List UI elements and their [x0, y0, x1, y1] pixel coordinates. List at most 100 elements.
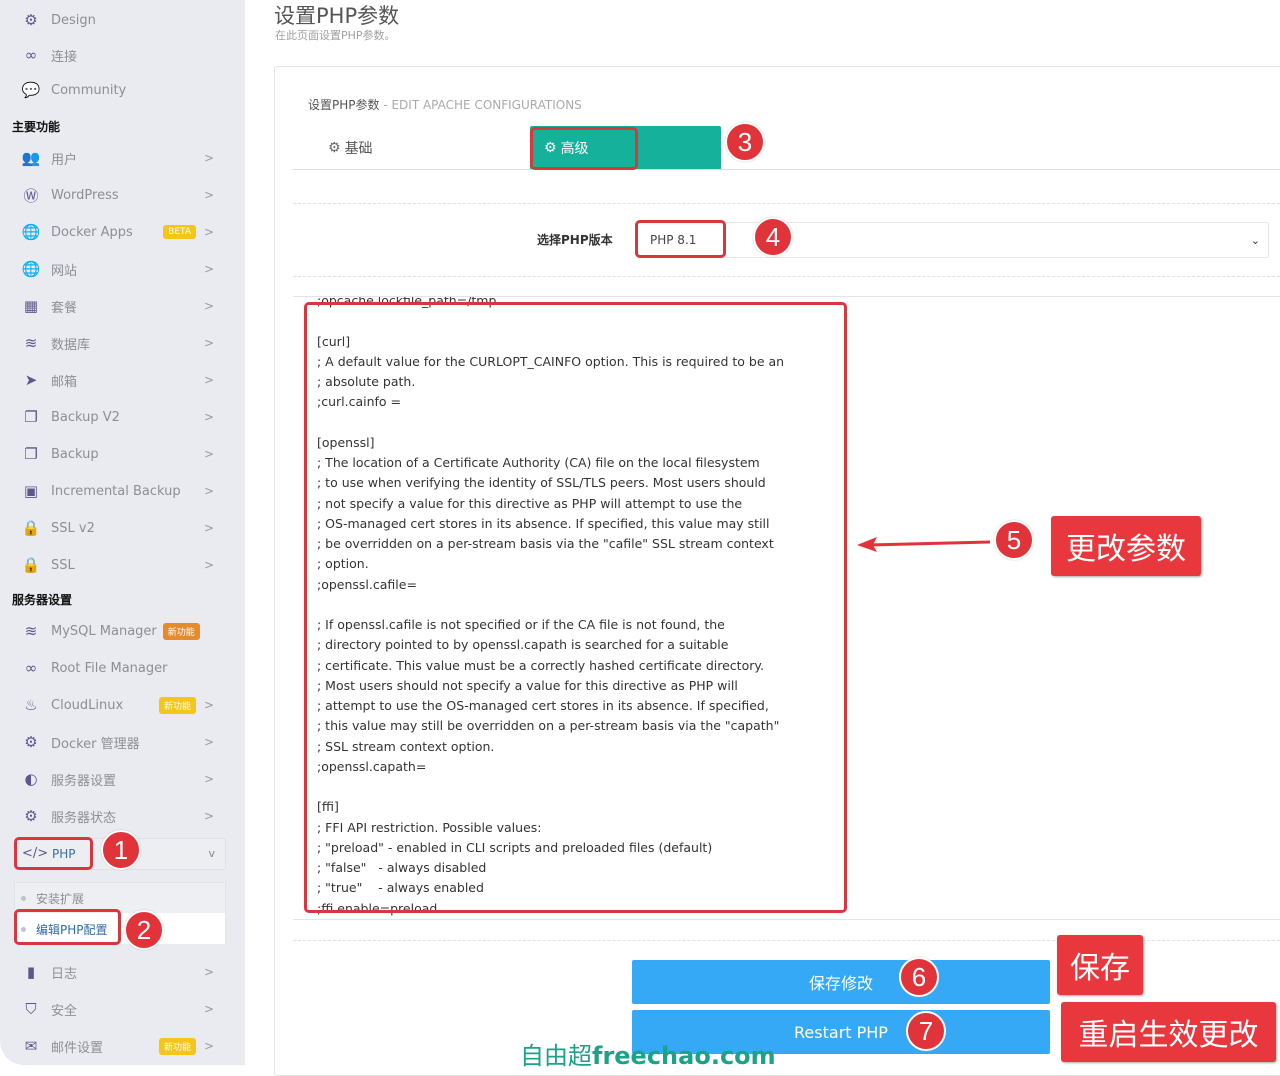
- sidebar-item-ssl-v2[interactable]: 🔒 SSL v2 >: [20, 513, 220, 543]
- sidebar-item-label: 服务器状态: [51, 810, 117, 826]
- submenu-item-edit-php-config[interactable]: 编辑PHP配置: [21, 921, 108, 938]
- step-badge-2: 2: [124, 910, 164, 950]
- bullet-icon: [21, 896, 26, 901]
- sidebar-item-mysql-manager[interactable]: ≋ MySQL Manager 新功能: [20, 616, 220, 646]
- editor-line: ; "false" - always disabled: [317, 860, 487, 875]
- tab-advanced[interactable]: ⚙ 高级: [530, 126, 721, 170]
- step-badge-6: 6: [899, 957, 939, 997]
- sidebar-item-websites[interactable]: 🌐 网站 >: [20, 254, 220, 284]
- php-submenu: 安装扩展 编辑PHP配置: [14, 882, 226, 944]
- sidebar-item-mail-settings[interactable]: ✉ 邮件设置 新功能 >: [20, 1031, 220, 1061]
- chevron-right-icon: >: [203, 772, 214, 786]
- editor-line: ; "preload" - enabled in CLI scripts and…: [317, 839, 713, 855]
- sidebar-item-label: SSL v2: [51, 520, 95, 536]
- tab-label: 基础: [344, 141, 373, 157]
- wordpress-icon: Ⓦ: [23, 186, 39, 205]
- chevron-right-icon: >: [203, 373, 214, 387]
- editor-line: ; certificate. This value must be a corr…: [317, 657, 764, 673]
- sidebar-item-databases[interactable]: ≋ 数据库 >: [20, 328, 220, 358]
- sidebar-item-label: Incremental Backup: [51, 483, 181, 499]
- php-version-value: PHP 8.1: [650, 233, 697, 247]
- sidebar-item-label: 数据库: [51, 337, 91, 353]
- sidebar-item-security[interactable]: ⛉ 安全 >: [20, 994, 220, 1024]
- database-icon: ≋: [24, 334, 38, 352]
- sidebar-item-label: 邮件设置: [51, 1040, 104, 1056]
- tab-basic[interactable]: ⚙ 基础: [328, 126, 373, 170]
- new-feature-badge: 新功能: [158, 696, 196, 714]
- sidebar-item-label: Design: [51, 12, 96, 28]
- chevron-right-icon: >: [203, 262, 214, 276]
- editor-line: ; A default value for the CURLOPT_CAINFO…: [317, 353, 785, 369]
- sidebar-item-packages[interactable]: ▦ 套餐 >: [20, 291, 220, 321]
- chevron-right-icon: >: [203, 225, 214, 239]
- sidebar-item-label: Community: [51, 82, 127, 98]
- sidebar-item-design[interactable]: ⚙ Design: [20, 5, 220, 35]
- sidebar-item-connect[interactable]: ∞ 连接: [20, 40, 220, 70]
- chevron-right-icon: >: [203, 151, 214, 165]
- chevron-right-icon: >: [203, 965, 214, 979]
- sidebar-item-server-settings[interactable]: ◐ 服务器设置 >: [20, 764, 220, 794]
- chevron-right-icon: >: [203, 735, 214, 749]
- editor-line: [openssl]: [317, 434, 375, 450]
- database-icon: ≋: [24, 622, 38, 640]
- chevron-down-icon: ⌄: [1250, 233, 1260, 247]
- save-changes-button[interactable]: 保存修改: [632, 960, 1050, 1004]
- php-ini-editor[interactable]: ;opcache.lockfile_path=/tmp [curl] ; A de…: [293, 296, 1280, 920]
- envelope-icon: ✉: [24, 1037, 38, 1055]
- sidebar-item-cloudlinux[interactable]: ♨ CloudLinux 新功能 >: [20, 690, 220, 720]
- editor-line: [curl]: [317, 333, 351, 349]
- sidebar-item-label: PHP: [52, 847, 76, 861]
- sidebar-item-incremental-backup[interactable]: ▣ Incremental Backup >: [20, 476, 220, 506]
- php-version-select[interactable]: PHP 8.1 ⌄: [636, 222, 1269, 258]
- sidebar-item-users[interactable]: 👥 用户 >: [20, 143, 220, 173]
- sidebar-item-ssl[interactable]: 🔒 SSL >: [20, 550, 220, 580]
- sidebar-item-docker-manager[interactable]: ⚙ Docker 管理器 >: [20, 727, 220, 757]
- gear-icon: ⚙: [24, 807, 38, 825]
- sidebar-item-email[interactable]: ➤ 邮箱 >: [20, 365, 220, 395]
- sidebar-item-label: 套餐: [51, 300, 78, 316]
- sidebar-item-backup-v2[interactable]: ❐ Backup V2 >: [20, 402, 220, 432]
- copy-icon: ❐: [24, 408, 38, 426]
- sidebar-item-label: Root File Manager: [51, 660, 168, 676]
- editor-line: ;openssl.capath=: [317, 758, 427, 774]
- sidebar-item-label: Docker 管理器: [51, 736, 140, 752]
- divider: [293, 203, 1280, 204]
- callout-edit-params: 更改参数: [1051, 516, 1201, 576]
- page-subtitle: 在此页面设置PHP参数。: [275, 29, 396, 42]
- section-server-label: 服务器设置: [12, 593, 73, 607]
- page-title: 设置PHP参数: [274, 4, 400, 28]
- watermark-en: freechao.com: [592, 1042, 776, 1070]
- globe-icon: 🌐: [21, 223, 41, 241]
- sidebar-item-label: 连接: [51, 49, 78, 65]
- submenu-item-install-extensions[interactable]: 安装扩展: [21, 890, 84, 907]
- editor-line: ;openssl.cafile=: [317, 576, 417, 592]
- sidebar-item-label: 日志: [51, 966, 78, 982]
- php-version-label: 选择PHP版本: [537, 233, 613, 247]
- callout-save: 保存: [1057, 935, 1143, 995]
- chevron-right-icon: >: [203, 558, 214, 572]
- sidebar-item-wordpress[interactable]: Ⓦ WordPress >: [20, 180, 220, 210]
- card-title-text: 设置PHP参数: [308, 98, 380, 112]
- link-icon: ∞: [24, 659, 38, 677]
- step-badge-5: 5: [994, 520, 1034, 560]
- sidebar-item-logs[interactable]: ▮ 日志 >: [20, 957, 220, 987]
- editor-line: ; "true" - always enabled: [317, 880, 484, 896]
- comments-icon: 💬: [21, 81, 41, 99]
- sidebar-item-docker-apps[interactable]: 🌐 Docker Apps BETA >: [20, 217, 220, 247]
- code-icon: </>: [22, 846, 49, 861]
- link-icon: ∞: [24, 46, 38, 64]
- divider: [293, 276, 1280, 277]
- editor-line: ;curl.cainfo =: [317, 394, 402, 410]
- sidebar-item-label: 服务器设置: [51, 773, 117, 789]
- sidebar-item-community[interactable]: 💬 Community: [20, 75, 220, 105]
- sidebar-item-label: SSL: [51, 557, 75, 573]
- sidebar-item-label: 安全: [51, 1003, 78, 1019]
- callout-restart: 重启生效更改: [1061, 1002, 1276, 1062]
- sidebar-item-root-file-manager[interactable]: ∞ Root File Manager: [20, 653, 220, 683]
- sidebar-item-server-status[interactable]: ⚙ 服务器状态 >: [20, 801, 220, 831]
- editor-line: ; attempt to use the OS-managed cert sto…: [317, 698, 769, 713]
- editor-line: ; Most users should not specify a value …: [317, 677, 738, 693]
- sidebar-item-backup[interactable]: ❐ Backup >: [20, 439, 220, 469]
